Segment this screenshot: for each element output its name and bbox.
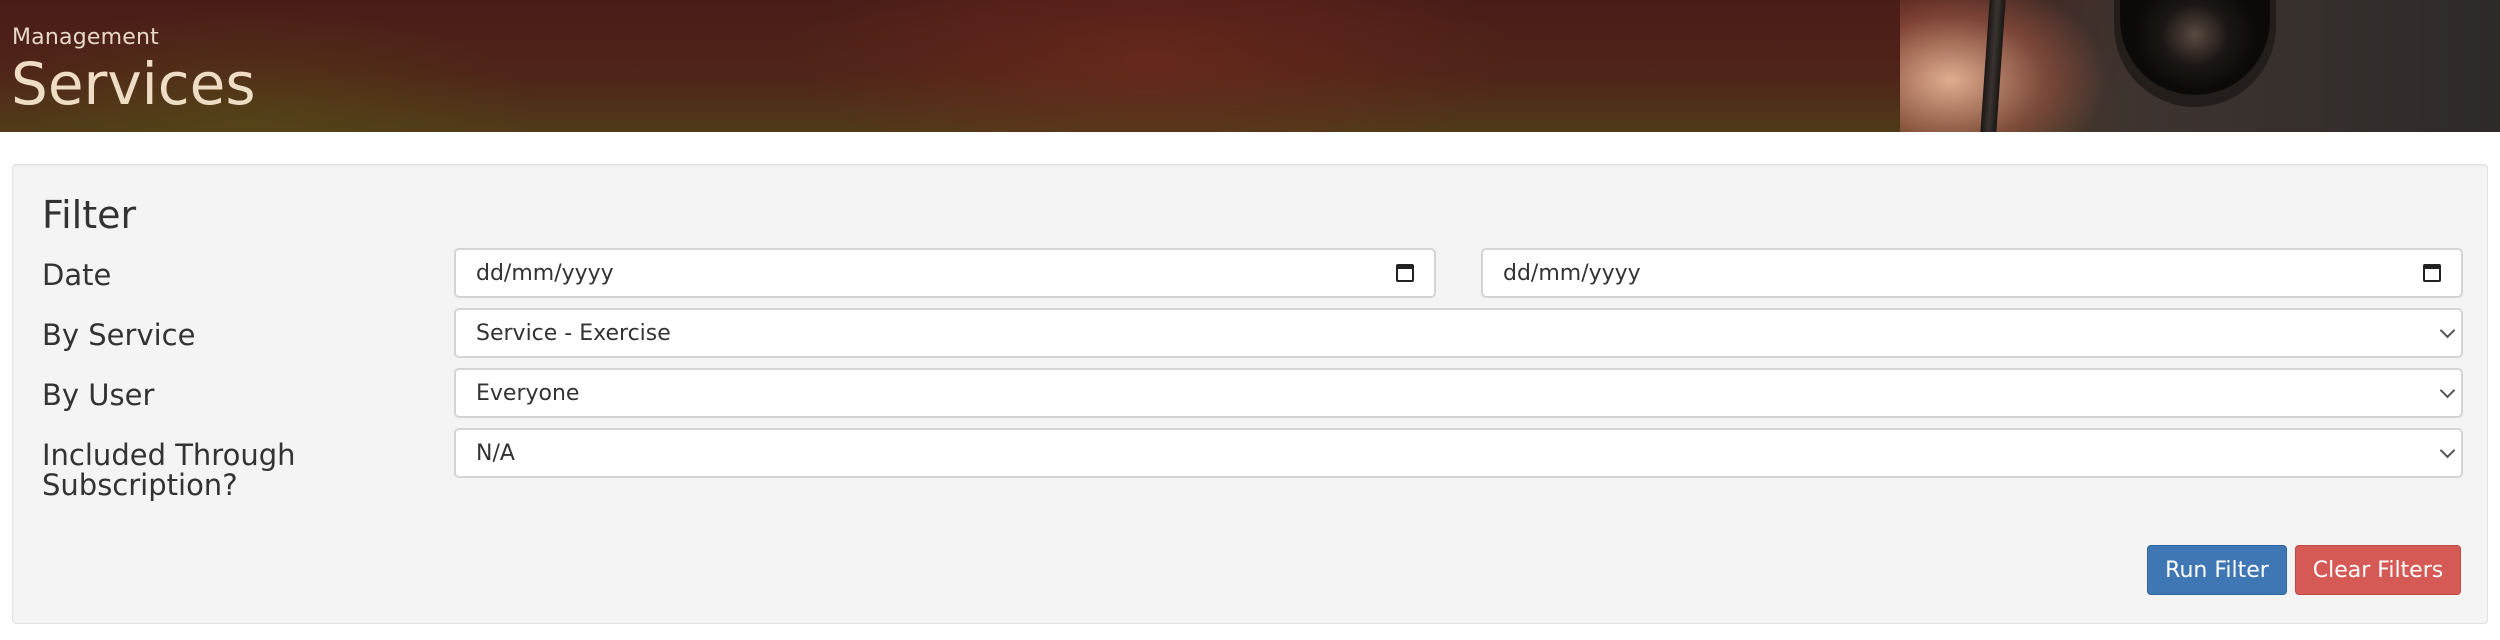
header-banner: Management Services — [0, 0, 2500, 132]
filter-title: Filter — [42, 193, 137, 237]
service-select[interactable]: Service - Exercise — [454, 308, 2463, 358]
subscription-select[interactable]: N/A — [454, 428, 2463, 478]
date-to-input[interactable]: dd/mm/yyyy — [1481, 248, 2463, 298]
breadcrumb: Management — [12, 25, 159, 50]
date-from-placeholder: dd/mm/yyyy — [476, 260, 614, 286]
date-from-input[interactable]: dd/mm/yyyy — [454, 248, 1436, 298]
service-label: By Service — [42, 318, 196, 352]
date-label: Date — [42, 258, 112, 292]
subscription-label-line1: Included Through — [42, 438, 296, 472]
calendar-icon[interactable] — [2423, 264, 2441, 282]
user-select[interactable]: Everyone — [454, 368, 2463, 418]
run-filter-button[interactable]: Run Filter — [2147, 545, 2287, 595]
subscription-selected-value: N/A — [476, 440, 515, 466]
filter-panel: Filter Date dd/mm/yyyy dd/mm/yyyy By Ser… — [12, 164, 2488, 624]
subscription-label-line2: Subscription? — [42, 468, 238, 503]
user-label: By User — [42, 378, 155, 412]
subscription-label: Included Through Subscription? — [42, 440, 295, 501]
clear-filters-button[interactable]: Clear Filters — [2295, 545, 2461, 595]
service-selected-value: Service - Exercise — [476, 320, 671, 346]
calendar-icon[interactable] — [1396, 264, 1414, 282]
user-selected-value: Everyone — [476, 380, 580, 406]
page-title: Services — [11, 50, 256, 118]
date-to-placeholder: dd/mm/yyyy — [1503, 260, 1641, 286]
